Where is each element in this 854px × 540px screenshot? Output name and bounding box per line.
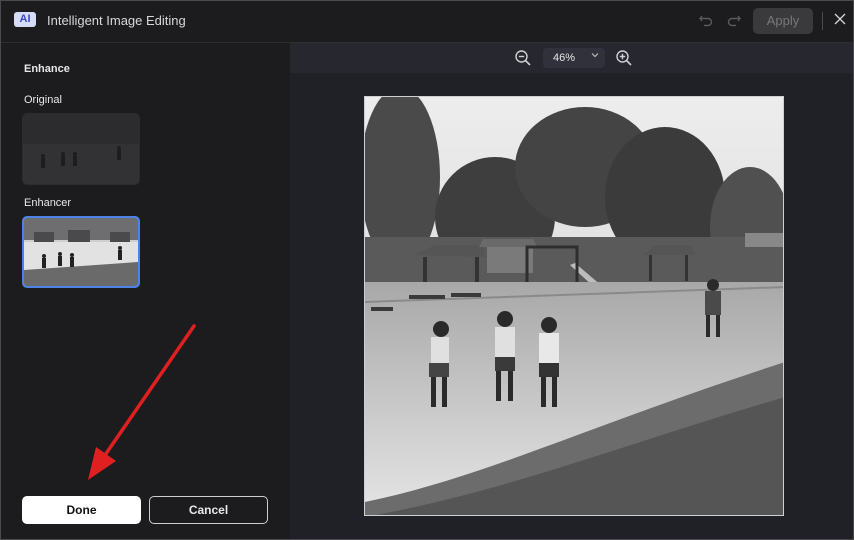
zoom-out-icon[interactable]: [514, 49, 532, 67]
close-button[interactable]: [830, 11, 850, 31]
zoom-level-value: 46%: [553, 52, 576, 64]
redo-icon: [727, 15, 741, 27]
chevron-down-icon: [591, 51, 599, 61]
undo-icon: [699, 15, 713, 27]
apply-button[interactable]: Apply: [753, 8, 813, 34]
intelligent-image-editing-window: AI Intelligent Image Editing Apply Enhan…: [0, 0, 854, 540]
zoom-level-select[interactable]: 46%: [543, 48, 605, 68]
original-thumbnail[interactable]: [22, 113, 140, 185]
zoom-toolbar: 46%: [290, 43, 853, 73]
window-title: Intelligent Image Editing: [47, 13, 186, 28]
cancel-button[interactable]: Cancel: [149, 496, 268, 524]
zoom-in-icon[interactable]: [615, 49, 633, 67]
enhance-panel: Enhance Original Enhancer Done Cancel: [1, 43, 290, 539]
original-thumbnail-image: [23, 114, 139, 184]
enhancer-thumbnail-image: [24, 218, 138, 286]
enhancer-thumbnail[interactable]: [22, 216, 140, 288]
undo-button[interactable]: [696, 12, 716, 30]
original-label: Original: [24, 94, 62, 106]
enhanced-photo: [365, 97, 783, 515]
title-bar: AI Intelligent Image Editing Apply: [1, 1, 853, 43]
done-button[interactable]: Done: [22, 496, 141, 524]
enhancer-label: Enhancer: [24, 197, 72, 209]
ai-badge: AI: [14, 12, 36, 27]
close-icon: [834, 13, 846, 25]
title-bar-divider: [822, 12, 823, 30]
image-preview: [364, 96, 784, 516]
panel-title: Enhance: [24, 63, 70, 75]
redo-button[interactable]: [724, 12, 744, 30]
preview-panel: 46%: [290, 43, 853, 539]
